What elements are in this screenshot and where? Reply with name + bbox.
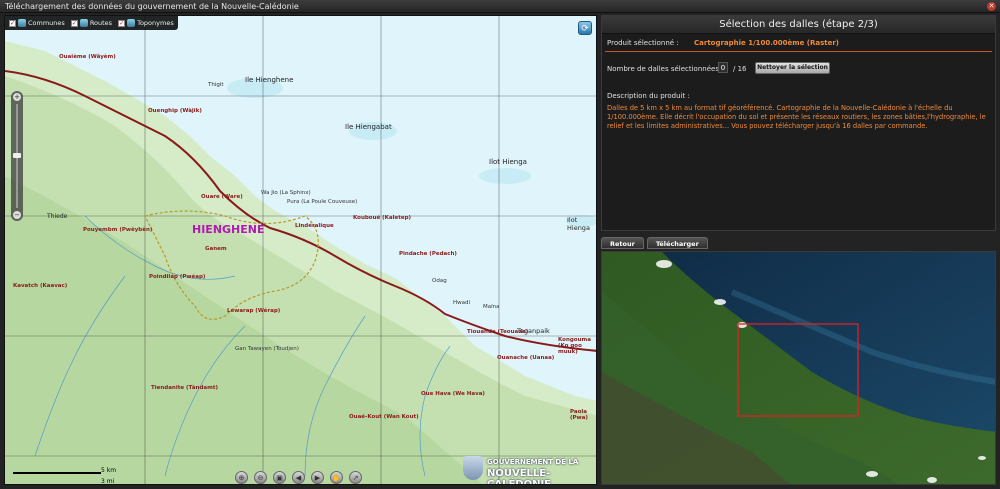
pan-hand-icon[interactable]: ✋ [330, 471, 343, 484]
map-label-ouenghip: Ouenghip (Wàjik) [148, 108, 202, 114]
download-button[interactable]: Télécharger [646, 237, 708, 249]
map-label-pura: Pura (La Poule Couveuse) [287, 199, 358, 205]
layer-icon [79, 19, 88, 27]
zoom-box-icon[interactable]: ▣ [273, 471, 286, 484]
layer-label-toponymes: Toponymes [137, 19, 174, 27]
back-button[interactable]: Retour [601, 237, 644, 249]
map-label-oue-hava: Oue Hava (We Hava) [421, 391, 485, 397]
layer-icon [18, 19, 26, 27]
pan-left-icon[interactable]: ◀ [292, 471, 305, 484]
zoom-out-icon[interactable]: ⊖ [254, 471, 267, 484]
action-tabs: Retour Télécharger [601, 237, 708, 249]
map-label-ouare: Ouare (Ware) [201, 194, 243, 200]
zoom-plus-icon[interactable]: + [13, 93, 21, 101]
map-label-pindache: Pindache (Pedach) [399, 251, 457, 257]
map-label-lewarap: Lewarap (Wérap) [227, 308, 281, 314]
zoom-thumb[interactable] [13, 153, 21, 158]
checkbox-communes[interactable]: ✓ [9, 19, 16, 27]
satellite-canvas [602, 252, 995, 484]
map-label-paola: Paola (Pwa) [570, 409, 588, 421]
map-label-tiouande: Tiouande (Teouade) [467, 329, 529, 335]
map-label-wa-jio: Wa Jio (La Sphinx) [261, 190, 311, 196]
checkbox-routes[interactable]: ✓ [70, 19, 78, 27]
map-label-hwadi: Hwadi [453, 300, 471, 306]
tile-count-label: Nombre de dalles sélectionnées [607, 65, 719, 73]
pan-right-icon[interactable]: ▶ [311, 471, 324, 484]
product-label: Produit sélectionné : [607, 39, 679, 47]
scale-bar: 5 km 3 mi [13, 464, 133, 485]
map-label-ouaieme: Ouaième (Wâyèm) [59, 54, 116, 60]
map-label-tiendanite: Tiendanite (Tàndamt) [151, 385, 218, 391]
logo-line2: NOUVELLE-CALÉDONIE [487, 468, 552, 485]
map-label-ilot-hienga-east: Ilot Hienga [567, 216, 590, 232]
map-canvas [5, 16, 596, 484]
tile-count-total: / 16 [733, 65, 747, 73]
map-label-kouboue: Kouboué (Kaletep) [353, 215, 412, 221]
layer-routes[interactable]: ✓ Routes [70, 19, 113, 27]
map-label-ile-hiengabat: Ile Hiengabat [345, 123, 392, 131]
refresh-icon[interactable]: ⟳ [578, 21, 592, 35]
zoom-in-icon[interactable]: ⊕ [235, 471, 248, 484]
map-label-pouyembm: Pouyembm (Pwêybên) [83, 227, 153, 233]
app-window: Téléchargement des données du gouverneme… [0, 0, 1000, 489]
product-value: Cartographie 1/100.000ème (Raster) [694, 39, 839, 47]
scale-km-label: 5 km [101, 467, 117, 474]
panel-title: Sélection des dalles (étape 2/3) [602, 16, 995, 34]
map-label-gan-tawayen: Gan Tawayen (Toudjen) [235, 346, 299, 352]
government-logo: GOUVERNEMENT DE LA NOUVELLE-CALÉDONIE [463, 454, 595, 484]
checkbox-toponymes[interactable]: ✓ [118, 19, 126, 27]
layer-communes[interactable]: ✓ Communes [9, 19, 65, 27]
tile-count-value: 0 [718, 62, 728, 73]
map-label-ouanache: Ouanache (Uanaa) [497, 355, 555, 361]
layer-toponymes[interactable]: ✓ Toponymes [118, 19, 174, 27]
map-label-thiede: Thiede [47, 213, 68, 220]
emblem-icon [463, 456, 483, 480]
layer-label-routes: Routes [89, 19, 113, 27]
description-text: Dalles de 5 km x 5 km au format tif géor… [607, 104, 986, 130]
map-label-linderalique: Lindéralique [295, 223, 334, 229]
map-label-odag: Odag [432, 278, 447, 284]
map-label-kavatch: Kavatch (Kaavac) [13, 283, 68, 289]
logo-line1: GOUVERNEMENT DE LA [487, 458, 579, 466]
layer-label-communes: Communes [28, 19, 65, 27]
scale-mi-label: 3 mi [101, 478, 115, 485]
map-label-hienghene: HIENGHENE [192, 223, 265, 236]
zoom-slider[interactable]: + − [11, 91, 23, 221]
measure-icon[interactable]: ↗ [349, 471, 362, 484]
scale-line [13, 472, 101, 474]
map-label-maina: Maïna [483, 304, 500, 310]
map-view[interactable]: HIENGHENE Ile Hienghene Ile Hiengabat Il… [4, 15, 597, 485]
map-label-ganem: Ganem [205, 246, 227, 252]
map-label-ilot-hienga: Ilot Hienga [489, 158, 527, 166]
tile-selection-panel: Sélection des dalles (étape 2/3) Produit… [601, 15, 996, 231]
map-label-thigit: Thigit [208, 82, 224, 88]
zoom-minus-icon[interactable]: − [13, 211, 21, 219]
satellite-overview[interactable] [601, 251, 996, 485]
window-title: Téléchargement des données du gouverneme… [0, 0, 1000, 13]
clear-selection-button[interactable]: Nettoyer la sélection [755, 62, 830, 74]
map-label-poindilap: Poindilap (Pwéap) [149, 274, 206, 280]
layer-icon [127, 19, 136, 27]
map-toolbar: ⊕ ⊖ ▣ ◀ ▶ ✋ ↗ [235, 471, 362, 484]
close-icon[interactable]: ✕ [987, 2, 996, 11]
layer-toggle-bar: ✓ Communes ✓ Routes ✓ Toponymes [5, 16, 178, 30]
divider [605, 51, 992, 52]
description-label: Description du produit : [607, 92, 690, 100]
map-label-ile-hienghene: Ile Hienghene [245, 76, 294, 84]
map-label-ouae-kout: Ouaé-Kout (Wan Kout) [349, 414, 419, 420]
map-label-kongouma: Kongouma (Ko goo muuk) [558, 337, 591, 355]
